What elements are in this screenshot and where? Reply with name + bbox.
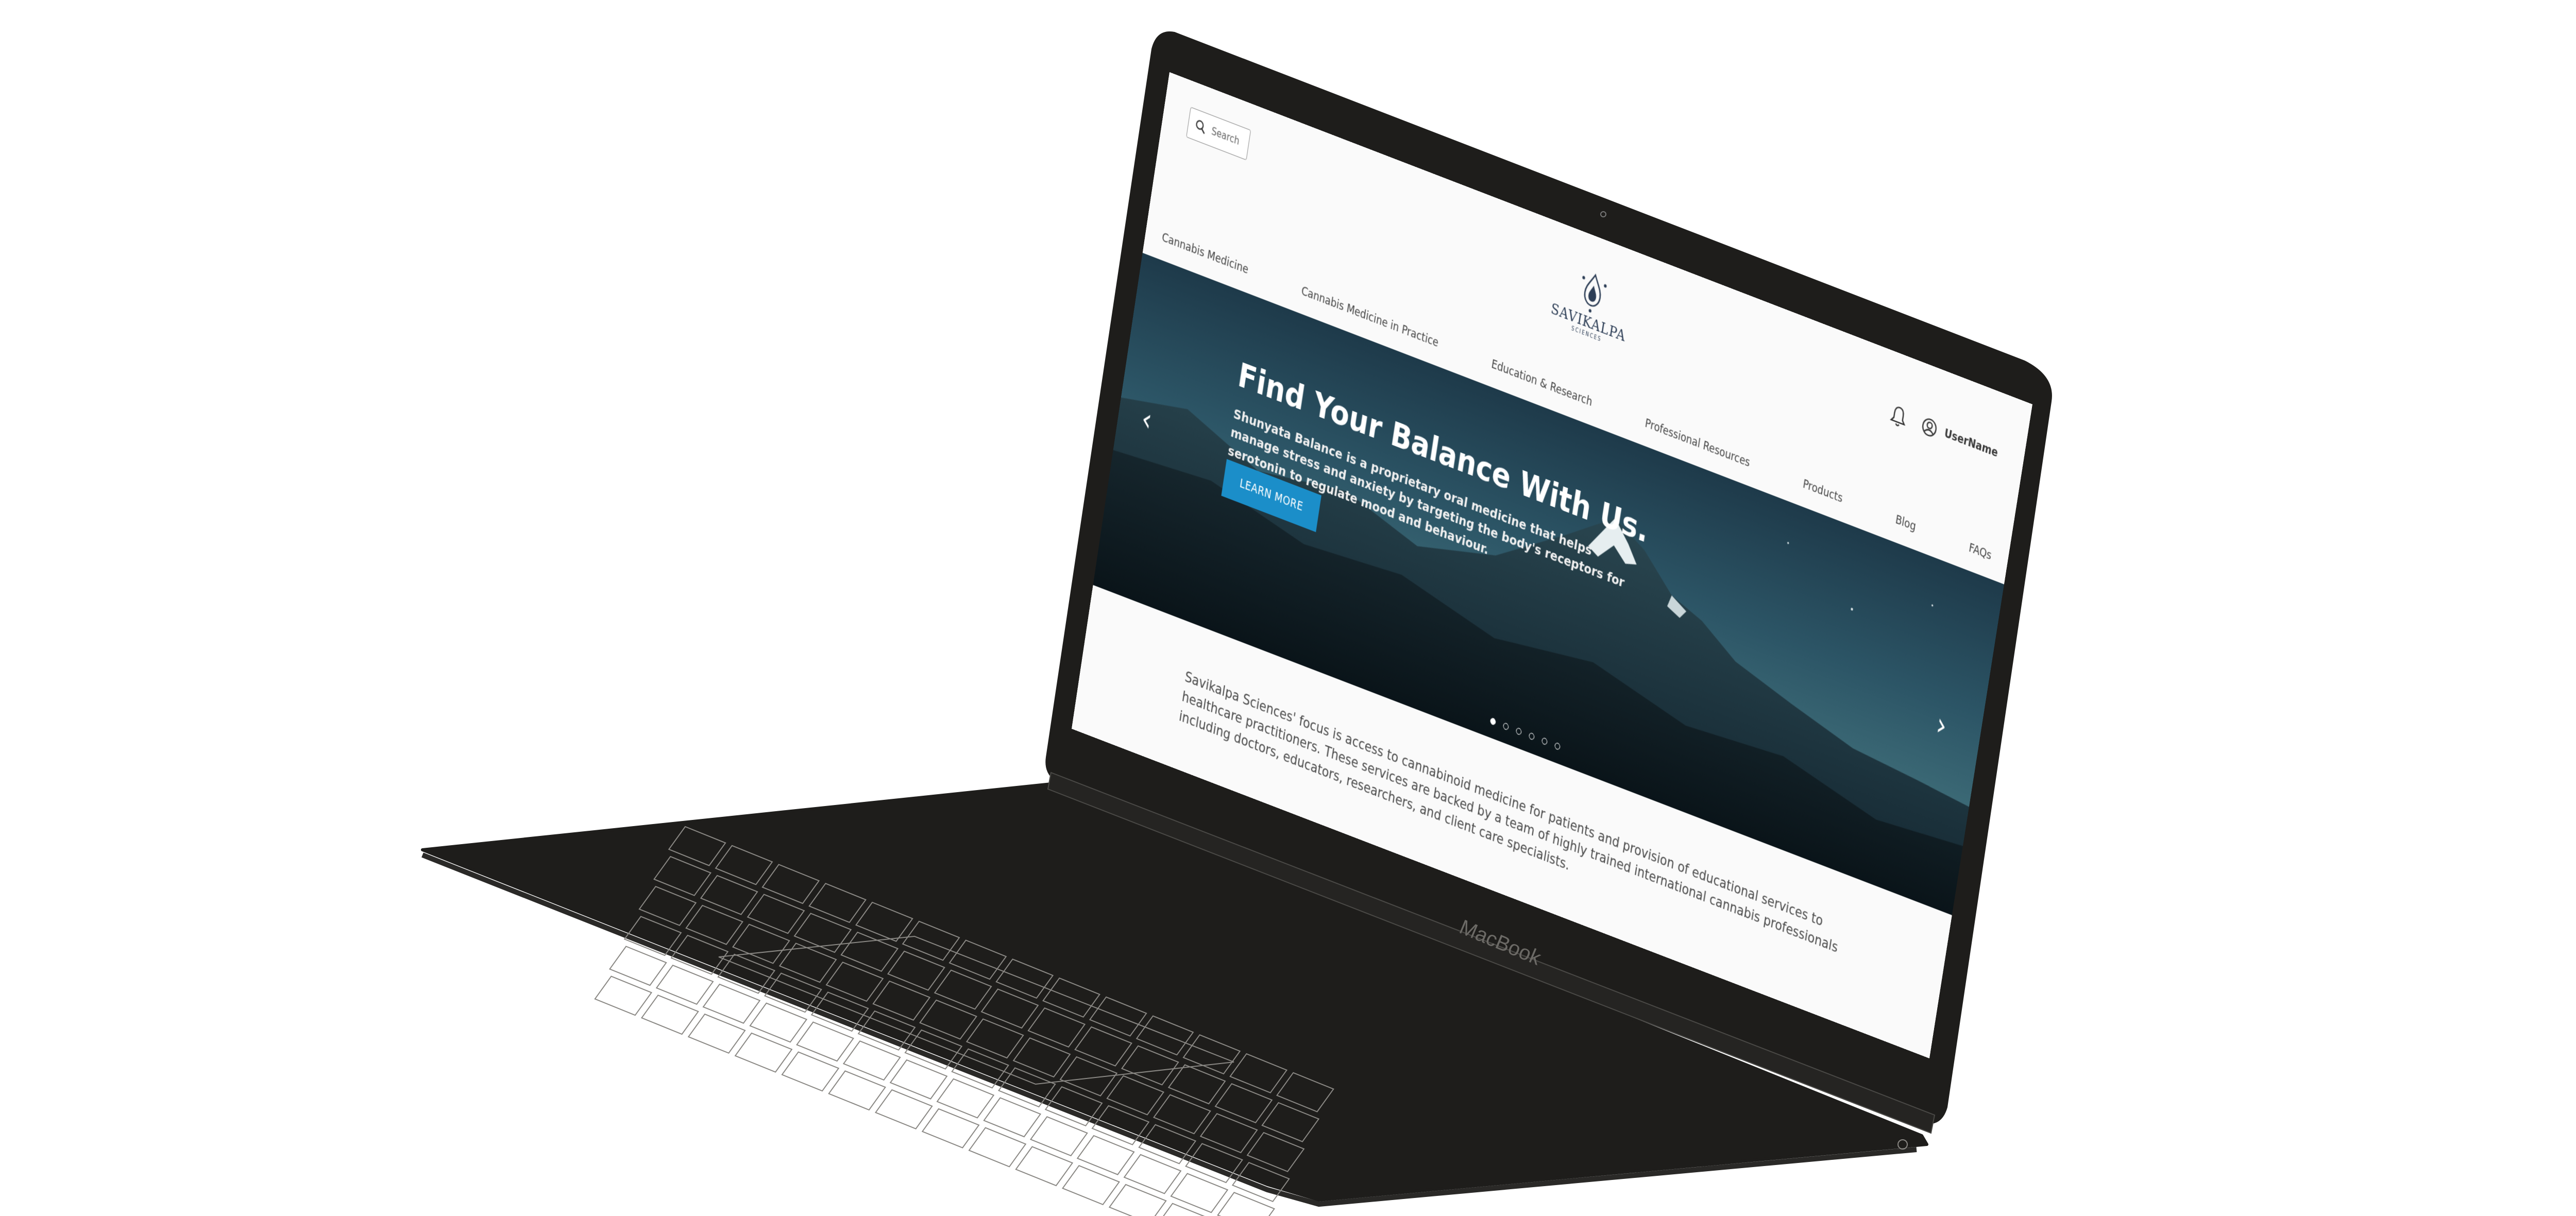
user-circle-icon bbox=[1921, 415, 1939, 439]
laptop-mockup: MacBook Search SAVIKALPA SCIENCES UserNa… bbox=[0, 0, 2576, 1216]
user-menu[interactable]: UserName bbox=[1921, 415, 1999, 463]
keyboard-key bbox=[1108, 1184, 1167, 1216]
nav-item-faqs[interactable]: FAQs bbox=[1968, 541, 1993, 563]
bell-icon[interactable] bbox=[1889, 402, 1908, 430]
brand-logo[interactable]: SAVIKALPA SCIENCES bbox=[1545, 258, 1634, 371]
nav-item-products[interactable]: Products bbox=[1802, 477, 1843, 506]
search-placeholder: Search bbox=[1210, 125, 1241, 148]
user-name: UserName bbox=[1943, 426, 1999, 460]
keyboard-key bbox=[1217, 1192, 1275, 1216]
nav-item-blog[interactable]: Blog bbox=[1894, 513, 1917, 534]
search-icon bbox=[1196, 120, 1207, 135]
search-input[interactable]: Search bbox=[1186, 107, 1251, 161]
